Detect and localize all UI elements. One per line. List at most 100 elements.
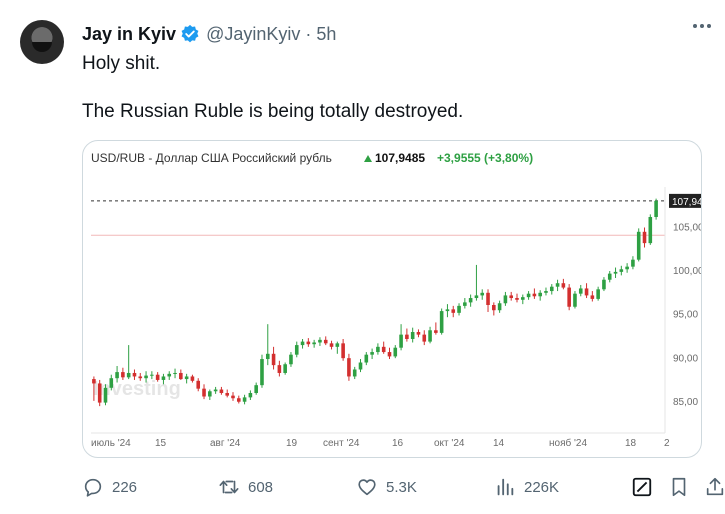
candle-body <box>567 287 571 307</box>
x-tick-label: окт '24 <box>434 438 465 449</box>
timestamp[interactable]: 5h <box>316 24 336 45</box>
candle-body <box>428 330 432 342</box>
grok-icon[interactable] <box>631 476 653 498</box>
candle-body <box>451 309 456 313</box>
candle-body <box>265 353 270 360</box>
candle-body <box>631 259 635 267</box>
candle-body <box>335 343 340 347</box>
candle-body <box>248 393 253 398</box>
candle-body <box>549 286 554 292</box>
tweet-text: Holy shit. The Russian Ruble is being to… <box>82 52 463 148</box>
share-icon[interactable] <box>704 476 725 498</box>
candle-body <box>642 231 647 244</box>
media-chart-card[interactable]: Investing 105,00 100,00 95,00 90,00 85,00 107… <box>82 140 702 458</box>
y-tick-label: 105,00 <box>673 223 702 234</box>
candle-body <box>219 389 224 394</box>
candle-body <box>254 385 258 394</box>
candle-body <box>399 334 403 348</box>
reply-button[interactable]: 226 <box>82 476 137 498</box>
candle-body <box>283 364 287 373</box>
candle-body <box>474 295 479 299</box>
reply-count: 226 <box>112 478 138 496</box>
like-button[interactable]: 5.3K <box>356 476 417 498</box>
candle-body <box>347 358 351 377</box>
chart-current-price: 107,9485 <box>375 151 425 165</box>
heart-icon <box>358 479 376 496</box>
y-tick-label: 85,00 <box>673 397 698 408</box>
tweet-text-line: The Russian Ruble is being totally destr… <box>82 101 464 122</box>
candle-body <box>654 200 658 217</box>
views-button[interactable]: 226K <box>494 476 559 498</box>
views-chart-icon <box>497 478 514 496</box>
candle-body <box>422 334 427 342</box>
more-options-icon[interactable] <box>693 24 711 28</box>
candle-body <box>144 375 148 379</box>
candle-body <box>625 266 629 270</box>
candle-body <box>138 376 143 379</box>
candle-body <box>329 343 334 347</box>
candle-body <box>184 376 189 380</box>
candle-body <box>468 298 473 303</box>
candle-body <box>173 372 177 374</box>
candle-body <box>503 295 508 304</box>
candle-body <box>208 391 212 397</box>
candle-body <box>132 372 137 377</box>
candle-body <box>538 292 542 297</box>
repost-icon <box>219 480 239 494</box>
candle-body <box>463 302 467 306</box>
candle-body <box>526 293 531 298</box>
y-tick-label: 90,00 <box>673 353 698 364</box>
candle-body <box>155 374 160 380</box>
candle-body <box>492 305 496 311</box>
repost-button[interactable]: 608 <box>218 476 273 498</box>
candle-body <box>578 288 583 294</box>
candle-body <box>121 372 125 378</box>
candle-body <box>323 339 328 344</box>
price-up-arrow-icon <box>364 155 372 162</box>
display-name[interactable]: Jay in Kyiv <box>82 24 176 45</box>
candle-body <box>364 354 369 363</box>
candle-body <box>602 279 606 290</box>
candle-body <box>445 309 450 312</box>
candle-body <box>358 362 363 370</box>
candlestick-chart: Investing 105,00100,0095,0090,0085,00107… <box>91 151 702 449</box>
views-count: 226K <box>524 478 560 496</box>
candle-body <box>167 373 172 377</box>
separator-dot: · <box>305 23 312 44</box>
candle-body <box>584 288 589 296</box>
candle-body <box>509 295 514 299</box>
bookmark-icon[interactable] <box>668 476 690 498</box>
x-tick-label: авг '24 <box>210 438 241 449</box>
x-tick-label: 15 <box>155 438 167 449</box>
candle-body <box>213 389 218 392</box>
candle-body <box>607 273 612 280</box>
avatar[interactable] <box>20 20 64 64</box>
x-tick-label: сент '24 <box>323 438 360 449</box>
x-tick-label: 2 <box>664 438 670 449</box>
candle-body <box>231 395 235 399</box>
candle-body <box>561 283 566 288</box>
candle-body <box>520 297 525 300</box>
candle-body <box>97 383 102 403</box>
candle-body <box>196 380 201 389</box>
candle-body <box>532 293 537 297</box>
candle-body <box>376 346 380 353</box>
candle-body <box>596 289 600 299</box>
candle-body <box>370 352 374 355</box>
candle-body <box>590 295 595 299</box>
candle-body <box>573 293 577 307</box>
candle-body <box>236 398 241 402</box>
candle-body <box>202 388 206 397</box>
chart-price-change: +3,9555 (+3,80%) <box>437 151 533 165</box>
handle[interactable]: @JayinKyiv <box>206 24 300 45</box>
candle-body <box>613 271 618 274</box>
candle-body <box>555 283 560 287</box>
candle-body <box>312 342 316 345</box>
candle-body <box>381 346 386 353</box>
candle-body <box>306 341 311 345</box>
x-tick-label: 19 <box>286 438 298 449</box>
candle-body <box>434 330 438 333</box>
candle-body <box>190 376 195 381</box>
candle-body <box>115 372 119 379</box>
candle-body <box>277 365 282 373</box>
